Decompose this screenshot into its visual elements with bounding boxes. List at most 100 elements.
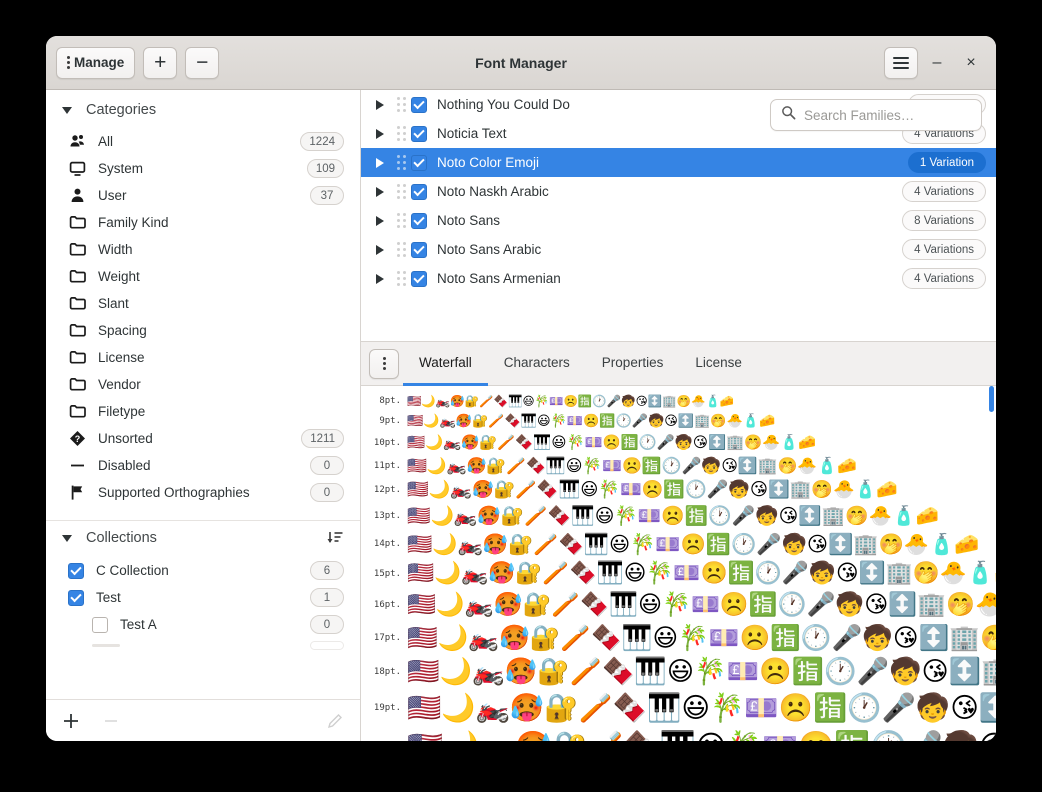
expand-triangle-icon[interactable]	[369, 244, 391, 255]
display-icon	[68, 160, 86, 178]
sidebar-item-unsorted[interactable]: ? Unsorted 1211	[46, 425, 360, 452]
collection-item-label: C Collection	[96, 563, 169, 578]
collections-section-header[interactable]: Collections	[46, 521, 360, 557]
expand-triangle-icon[interactable]	[369, 186, 391, 197]
font-family-name: Noto Sans	[437, 213, 501, 228]
font-family-row[interactable]: Noto Color Emoji 1 Variation	[361, 148, 996, 177]
collection-item-label: Test A	[120, 617, 157, 632]
collection-item-test-a[interactable]: Test A 0	[46, 611, 360, 638]
font-family-checkbox[interactable]	[411, 154, 427, 171]
main-menu-button[interactable]	[884, 46, 918, 79]
window-body: Categories All 1224 System 109 User 37 Family …	[46, 90, 996, 741]
drag-handle-icon[interactable]	[391, 184, 411, 199]
collection-item-count: 1	[310, 588, 344, 607]
folder-icon	[68, 322, 86, 340]
font-family-row[interactable]: Noto Sans Armenian 4 Variations	[361, 264, 996, 293]
collection-item-c-collection[interactable]: C Collection 6	[46, 557, 360, 584]
tab-characters[interactable]: Characters	[488, 342, 586, 386]
sidebar-item-user[interactable]: User 37	[46, 182, 360, 209]
sidebar-footer	[46, 699, 360, 741]
header-right-controls: – ×	[884, 46, 986, 79]
tab-waterfall[interactable]: Waterfall	[403, 342, 488, 386]
categories-section-header[interactable]: Categories	[46, 90, 360, 128]
drag-handle-icon[interactable]	[391, 213, 411, 228]
font-family-checkbox[interactable]	[411, 270, 427, 287]
folder-icon	[68, 295, 86, 313]
preview-options-button[interactable]	[369, 348, 399, 379]
sidebar-item-count: 1224	[300, 132, 344, 151]
sidebar-item-count: 1211	[301, 429, 344, 448]
search-box[interactable]	[770, 99, 982, 131]
font-family-row[interactable]: Noto Naskh Arabic 4 Variations	[361, 177, 996, 206]
manage-button-label: Manage	[74, 55, 125, 70]
font-family-checkbox[interactable]	[411, 183, 427, 200]
search-container	[770, 99, 982, 131]
sidebar-item-supported-orthographies[interactable]: Supported Orthographies 0	[46, 479, 360, 506]
drag-handle-icon[interactable]	[391, 155, 411, 170]
close-button[interactable]: ×	[956, 48, 986, 78]
add-font-button[interactable]: +	[143, 46, 178, 79]
sidebar-item-spacing[interactable]: Spacing	[46, 317, 360, 344]
sidebar-item-label: Weight	[98, 269, 140, 284]
waterfall-size-label: 10pt.	[373, 438, 401, 448]
header-bar: Manage + − Font Manager – ×	[46, 36, 996, 90]
search-input[interactable]	[804, 107, 981, 123]
waterfall-sample-line: 🇺🇸🌙🏍️🥵🔐🪥🍫🎹😃🎋💷☹️🈯🕐🎤🧒😘↕️🏢🤭🐣🧴🧀	[407, 394, 735, 408]
sidebar-item-label: Slant	[98, 296, 129, 311]
font-family-row[interactable]: Noto Sans Arabic 4 Variations	[361, 235, 996, 264]
tab-license[interactable]: License	[679, 342, 758, 386]
drag-handle-icon[interactable]	[391, 97, 411, 112]
sidebar-item-width[interactable]: Width	[46, 236, 360, 263]
font-family-row[interactable]: Noto Sans 8 Variations	[361, 206, 996, 235]
sidebar: Categories All 1224 System 109 User 37 Family …	[46, 90, 361, 741]
sidebar-item-license[interactable]: License	[46, 344, 360, 371]
sidebar-item-label: Width	[98, 242, 133, 257]
font-family-checkbox[interactable]	[411, 241, 427, 258]
manage-button[interactable]: Manage	[56, 46, 136, 79]
sidebar-item-slant[interactable]: Slant	[46, 290, 360, 317]
sidebar-item-system[interactable]: System 109	[46, 155, 360, 182]
sidebar-item-vendor[interactable]: Vendor	[46, 371, 360, 398]
collection-checkbox[interactable]	[92, 616, 108, 633]
expand-triangle-icon[interactable]	[369, 99, 391, 110]
font-family-checkbox[interactable]	[411, 212, 427, 229]
waterfall-size-label: 9pt.	[379, 416, 401, 426]
minimize-button[interactable]: –	[922, 48, 952, 78]
waterfall-size-label: 8pt.	[379, 396, 401, 406]
collections-list: C Collection 6 Test 1 Test A 0	[46, 557, 360, 638]
sort-descending-icon[interactable]	[326, 529, 344, 547]
drag-handle-icon[interactable]	[391, 271, 411, 286]
collections-title: Collections	[86, 530, 157, 546]
font-family-checkbox[interactable]	[411, 96, 427, 113]
chevron-down-icon	[62, 534, 72, 542]
minus-icon: −	[196, 51, 209, 74]
collection-item-test[interactable]: Test 1	[46, 584, 360, 611]
remove-font-button[interactable]: −	[185, 46, 220, 79]
font-family-name: Noto Naskh Arabic	[437, 184, 549, 199]
sidebar-item-label: License	[98, 350, 145, 365]
expand-triangle-icon[interactable]	[369, 128, 391, 139]
waterfall-scrollbar[interactable]	[989, 386, 994, 412]
remove-collection-button[interactable]	[102, 712, 120, 730]
font-family-checkbox[interactable]	[411, 125, 427, 142]
partial-collection-row	[46, 638, 360, 652]
expand-triangle-icon[interactable]	[369, 273, 391, 284]
drag-handle-icon[interactable]	[391, 126, 411, 141]
tab-properties[interactable]: Properties	[586, 342, 680, 386]
sidebar-item-disabled[interactable]: Disabled 0	[46, 452, 360, 479]
expand-triangle-icon[interactable]	[369, 215, 391, 226]
flag-icon	[68, 484, 86, 502]
collection-checkbox[interactable]	[68, 589, 84, 606]
sidebar-item-weight[interactable]: Weight	[46, 263, 360, 290]
sidebar-item-filetype[interactable]: Filetype	[46, 398, 360, 425]
edit-collection-button[interactable]	[326, 712, 344, 730]
folder-icon	[68, 349, 86, 367]
sidebar-item-all[interactable]: All 1224	[46, 128, 360, 155]
add-collection-button[interactable]	[62, 712, 80, 730]
drag-handle-icon[interactable]	[391, 242, 411, 257]
sidebar-item-count: 0	[310, 456, 344, 475]
collection-checkbox[interactable]	[68, 562, 84, 579]
question-diamond-icon: ?	[68, 430, 86, 448]
sidebar-item-family-kind[interactable]: Family Kind	[46, 209, 360, 236]
expand-triangle-icon[interactable]	[369, 157, 391, 168]
